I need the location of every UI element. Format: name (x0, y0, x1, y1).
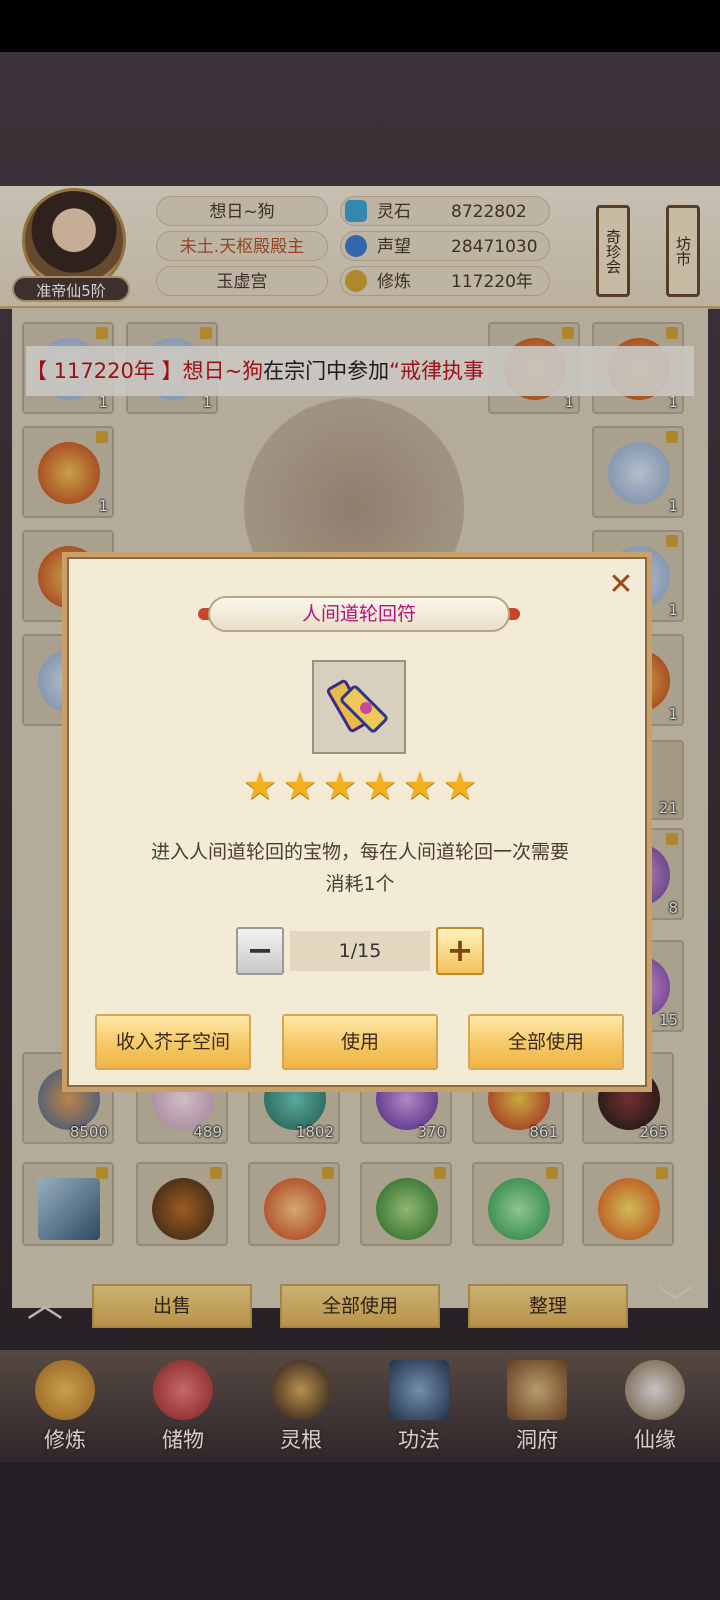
star-icon: ★ (442, 764, 478, 808)
increase-button[interactable]: + (436, 927, 484, 975)
status-bar (0, 0, 720, 52)
star-icon: ★ (362, 764, 398, 808)
talisman-icon (326, 679, 388, 733)
item-description: 进入人间道轮回的宝物，每在人间道轮回一次需要 消耗1个 (150, 841, 569, 895)
star-icon: ★ (282, 764, 318, 808)
item-detail-dialog (62, 552, 652, 1092)
star-icon: ★ (242, 764, 278, 808)
quantity-display[interactable]: 1/15 (290, 931, 430, 971)
screen-bottom (0, 1462, 720, 1600)
dialog-title: 人间道轮回符 (208, 596, 510, 632)
use-button[interactable]: 使用 (282, 1014, 438, 1070)
decrease-button[interactable]: − (236, 927, 284, 975)
star-icon: ★ (402, 764, 438, 808)
store-to-mustard-space-button[interactable]: 收入芥子空间 (95, 1014, 251, 1070)
close-icon[interactable]: ✕ (604, 568, 638, 602)
star-icon: ★ (322, 764, 358, 808)
use-all-button[interactable]: 全部使用 (468, 1014, 624, 1070)
